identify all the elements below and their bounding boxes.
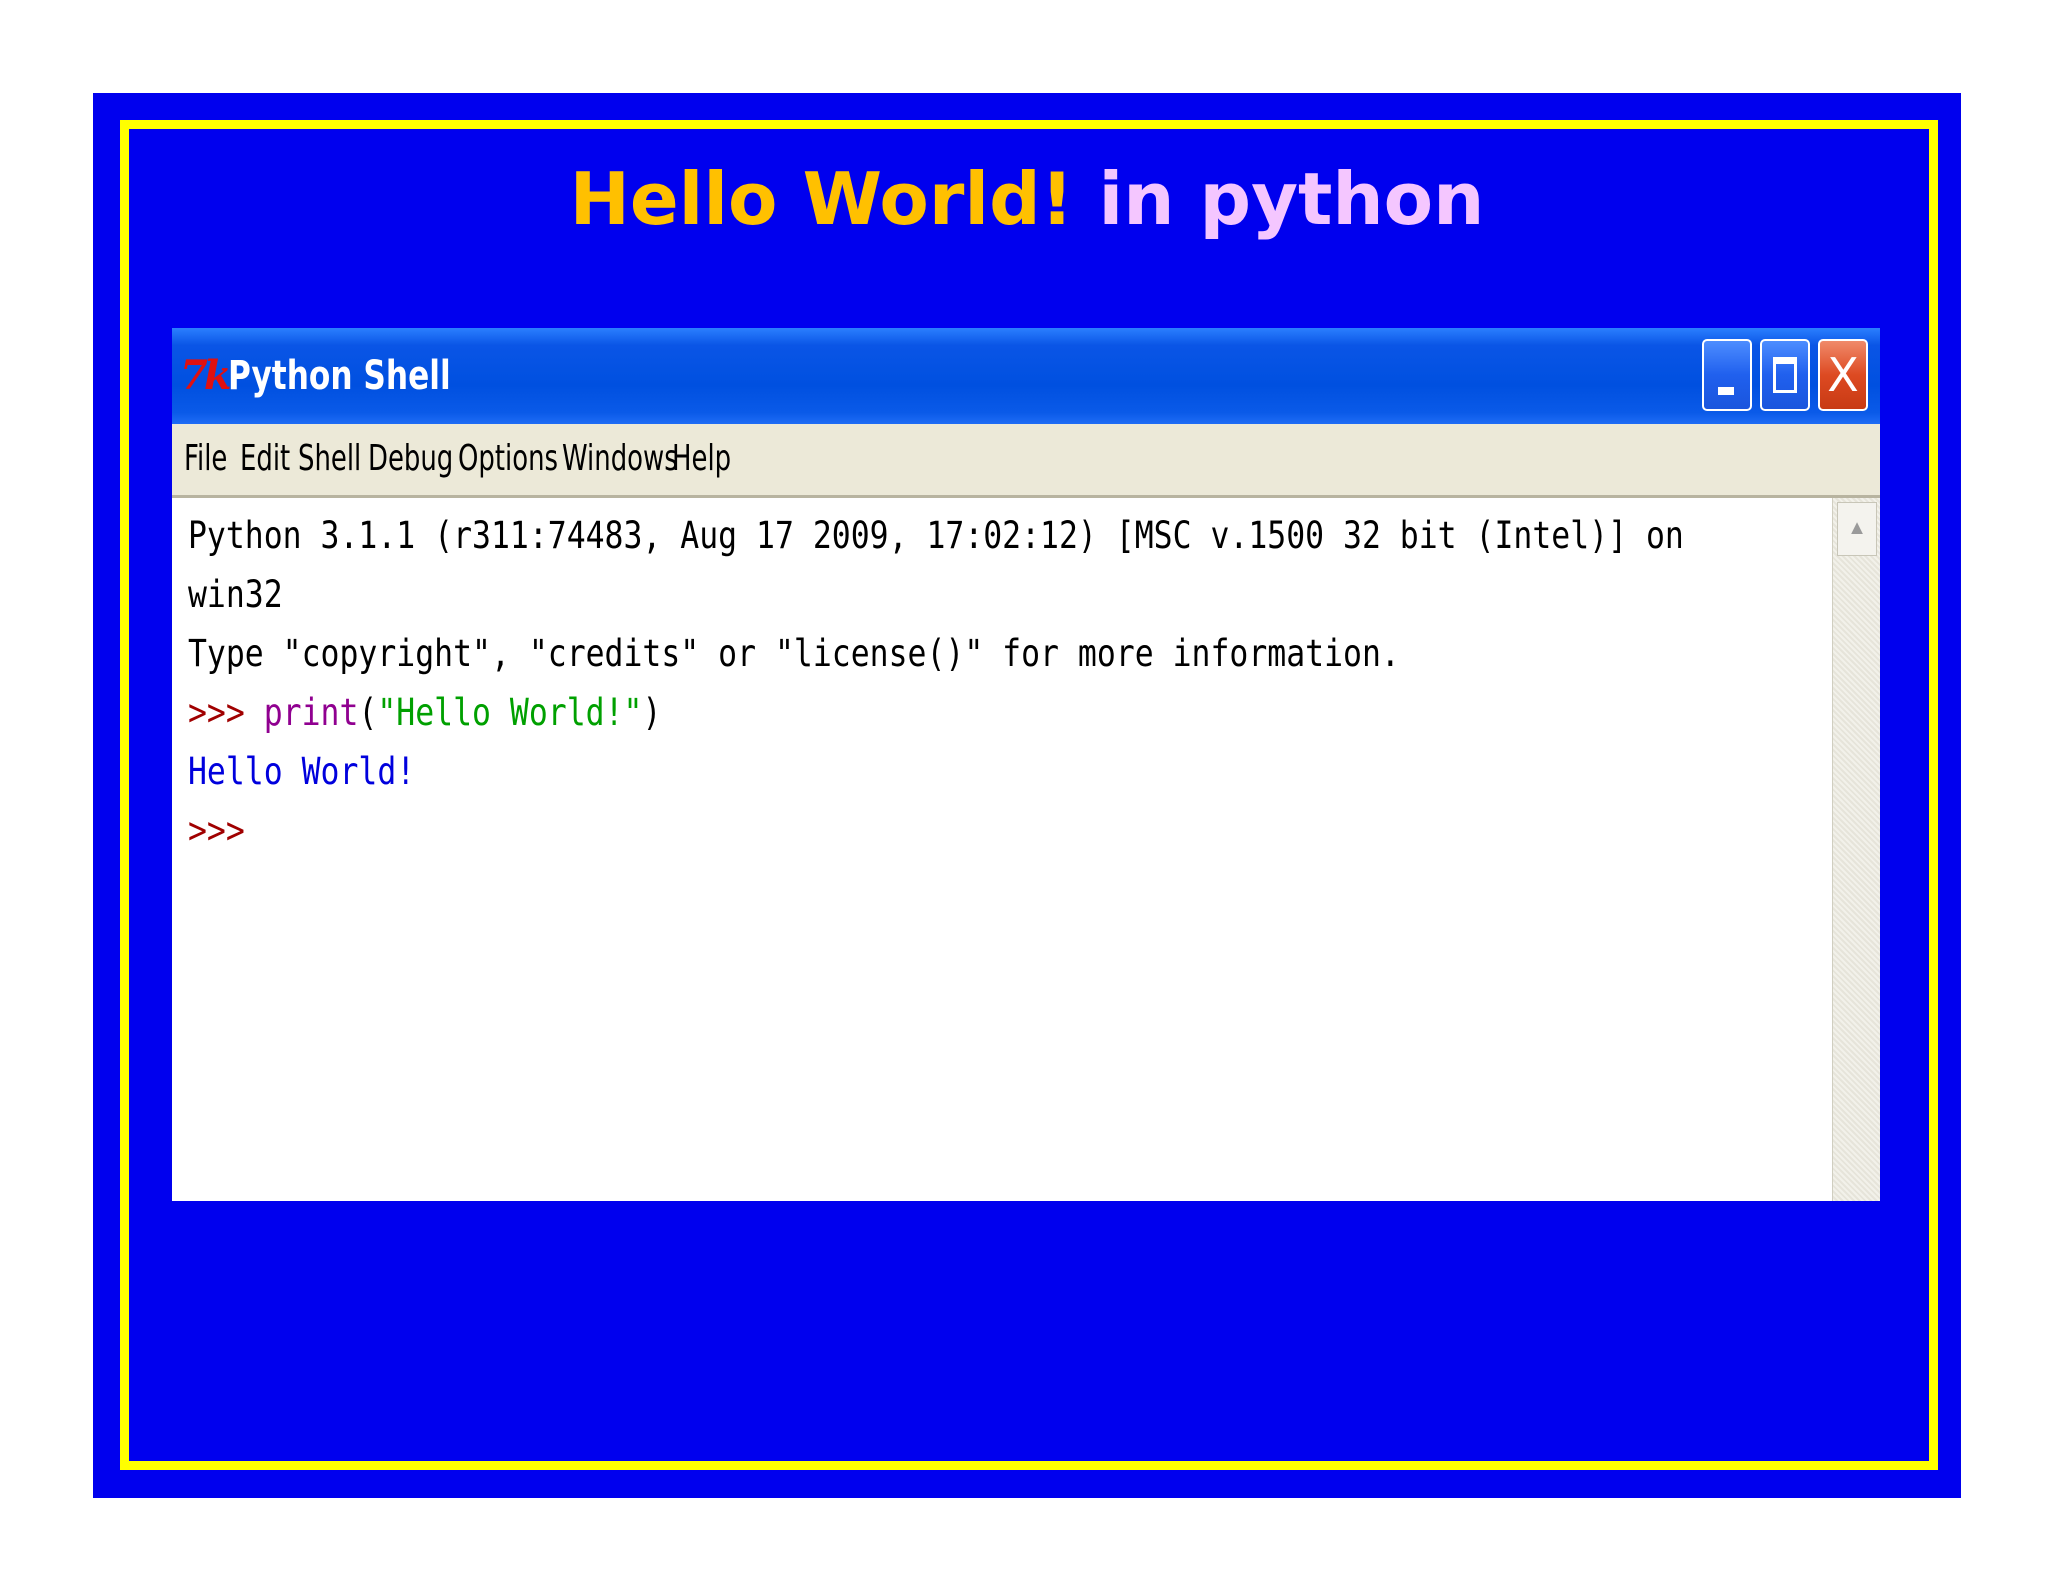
- command-string: "Hello World!": [377, 691, 643, 734]
- slide-background: Hello World! in python 7k Python Shell X…: [93, 93, 1961, 1498]
- menu-help[interactable]: Help: [672, 436, 731, 482]
- window-title: Python Shell: [228, 353, 451, 399]
- command-line: >>> print("Hello World!"): [188, 688, 661, 738]
- menu-debug[interactable]: Debug: [368, 436, 453, 482]
- banner-line: Python 3.1.1 (r311:74483, Aug 17 2009, 1…: [188, 514, 1684, 557]
- command-paren-open: (: [358, 691, 378, 734]
- banner-line: win32: [188, 573, 283, 616]
- close-icon: X: [1827, 348, 1859, 402]
- menu-options[interactable]: Options: [458, 436, 558, 482]
- command-builtin: print: [263, 691, 359, 734]
- command-paren-close: ): [642, 691, 662, 734]
- slide-title-highlight: Hello World!: [569, 157, 1074, 241]
- tk-logo-icon: 7k: [180, 352, 232, 399]
- maximize-icon: [1773, 357, 1797, 393]
- maximize-button[interactable]: [1760, 339, 1810, 411]
- menu-shell[interactable]: Shell: [298, 436, 361, 482]
- menu-windows[interactable]: Windows: [562, 436, 678, 482]
- slide-title-rest: in python: [1073, 157, 1485, 241]
- menu-bar: File Edit Shell Debug Options Windows He…: [172, 424, 1880, 498]
- vertical-scrollbar[interactable]: ▲: [1832, 498, 1880, 1201]
- minimize-icon: [1718, 387, 1734, 395]
- shell-prompt-final: >>>: [188, 809, 245, 852]
- menu-edit[interactable]: Edit: [240, 436, 290, 482]
- scroll-up-arrow-icon[interactable]: ▲: [1837, 502, 1877, 556]
- command-output: Hello World!: [188, 750, 416, 793]
- minimize-button[interactable]: [1702, 339, 1752, 411]
- shell-prompt: >>>: [188, 691, 264, 734]
- menu-file[interactable]: File: [184, 436, 227, 482]
- python-shell-window[interactable]: 7k Python Shell X File Edit Shell Debug …: [172, 328, 1880, 1201]
- close-button[interactable]: X: [1818, 339, 1868, 411]
- window-titlebar[interactable]: 7k Python Shell X: [172, 328, 1880, 424]
- shell-text-area[interactable]: Python 3.1.1 (r311:74483, Aug 17 2009, 1…: [172, 498, 1832, 1201]
- slide-title: Hello World! in python: [93, 149, 1961, 249]
- banner-line: Type "copyright", "credits" or "license(…: [188, 632, 1400, 675]
